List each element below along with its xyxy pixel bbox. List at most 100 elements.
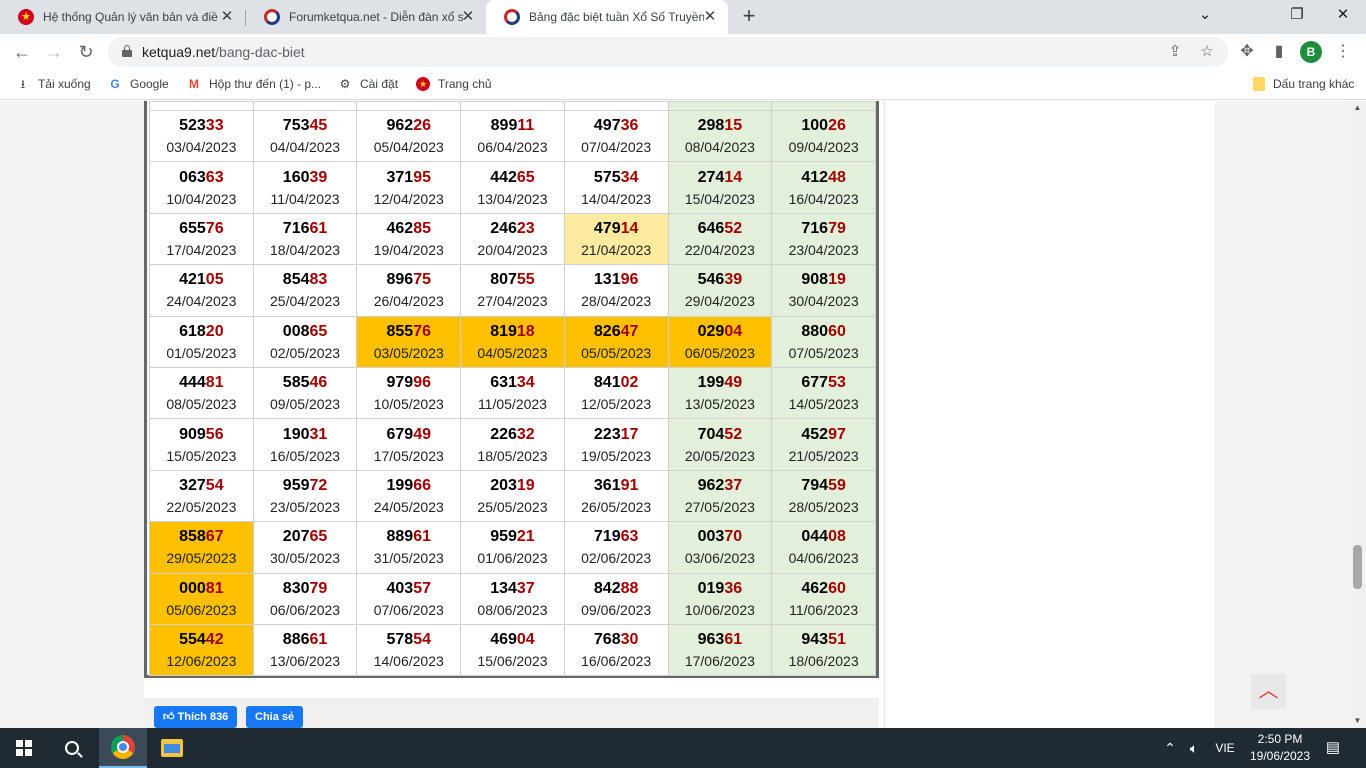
minimize-button[interactable]: ⌄ bbox=[1182, 0, 1228, 34]
ketqua-logo-icon bbox=[504, 9, 520, 25]
special-prize-number: 52333 bbox=[150, 116, 253, 136]
draw-date: 16/04/2023 bbox=[788, 190, 859, 207]
number-last-two-digits: 52 bbox=[724, 219, 743, 237]
notifications-icon[interactable]: ▤ bbox=[1322, 728, 1344, 768]
bookmark-other-folder[interactable]: Dấu trang khác bbox=[1253, 77, 1354, 91]
bookmark-label: Hộp thư đến (1) - p... bbox=[209, 77, 322, 91]
number-last-two-digits: 76 bbox=[205, 219, 224, 237]
page-scrollbar[interactable]: ▲ ▼ bbox=[1349, 101, 1366, 728]
number-last-two-digits: 39 bbox=[724, 271, 743, 289]
result-cell: 42105 24/04/2023 bbox=[149, 264, 254, 317]
special-prize-number: 84102 bbox=[565, 373, 668, 393]
bookmark-downloads[interactable]: ⭳ Tải xuống bbox=[16, 77, 91, 91]
taskbar-clock[interactable]: 2:50 PM 19/06/2023 bbox=[1240, 731, 1320, 765]
bookmark-google[interactable]: G Google bbox=[108, 77, 168, 91]
taskbar-search-button[interactable] bbox=[48, 728, 96, 768]
number-prefix: 768 bbox=[593, 631, 621, 649]
table-row: 65576 17/04/2023 71661 18/04/2023 46285 19/04… bbox=[149, 212, 876, 266]
new-tab-button[interactable]: + bbox=[737, 5, 761, 29]
number-prefix: 469 bbox=[490, 631, 517, 649]
taskbar-chrome[interactable] bbox=[99, 728, 147, 768]
tab-title: Hệ thống Quản lý văn bản và điều hành bbox=[43, 10, 218, 24]
draw-date: 12/06/2023 bbox=[166, 653, 237, 670]
forward-button[interactable]: → bbox=[40, 38, 68, 66]
special-prize-number: 65576 bbox=[150, 219, 253, 239]
close-tab-icon[interactable]: ✕ bbox=[219, 9, 235, 25]
draw-date: 13/04/2023 bbox=[477, 190, 548, 207]
number-last-two-digits: 61 bbox=[413, 528, 431, 546]
input-language[interactable]: VIE bbox=[1212, 728, 1238, 768]
scroll-down-arrow-icon[interactable]: ▼ bbox=[1349, 714, 1366, 728]
number-last-two-digits: 37 bbox=[516, 579, 535, 597]
scroll-up-arrow-icon[interactable]: ▲ bbox=[1349, 101, 1366, 115]
special-prize-number: 19966 bbox=[357, 476, 460, 496]
number-last-two-digits: 81 bbox=[205, 374, 224, 392]
result-cell: 02904 06/05/2023 bbox=[667, 315, 773, 368]
number-last-two-digits: 37 bbox=[724, 476, 743, 494]
number-last-two-digits: 96 bbox=[413, 374, 431, 392]
tab-forumketqua[interactable]: Forumketqua.net - Diễn đàn xổ số ✕ bbox=[246, 0, 486, 34]
special-prize-number: 85867 bbox=[150, 527, 253, 547]
url-text[interactable]: ketqua9.net/bang-dac-biet bbox=[142, 44, 305, 60]
special-prize-number: 85576 bbox=[357, 322, 460, 342]
special-prize-number: 71963 bbox=[565, 527, 668, 547]
special-prize-number: 00370 bbox=[669, 527, 772, 547]
facebook-like-button[interactable]: 👍︎ Thích 836 bbox=[154, 706, 238, 728]
number-prefix: 631 bbox=[490, 374, 517, 392]
number-prefix: 679 bbox=[386, 425, 414, 443]
number-last-two-digits: 85 bbox=[413, 219, 431, 237]
side-panel-icon[interactable]: ▮ bbox=[1268, 41, 1290, 63]
extensions-puzzle-icon[interactable]: ✥ bbox=[1236, 41, 1258, 63]
number-prefix: 403 bbox=[386, 579, 414, 597]
draw-date: 02/06/2023 bbox=[581, 550, 652, 567]
bookmark-homepage[interactable]: ★ Trang chủ bbox=[416, 77, 492, 91]
result-cell: 24623 20/04/2023 bbox=[460, 212, 565, 266]
number-last-two-digits: 65 bbox=[309, 528, 328, 546]
result-cell: 55442 12/06/2023 bbox=[149, 623, 254, 677]
show-hidden-icons-chevron-icon[interactable]: ⌃ bbox=[1160, 728, 1180, 768]
result-cell: 67753 14/05/2023 bbox=[771, 366, 876, 420]
restore-button[interactable]: ❐ bbox=[1274, 0, 1320, 34]
back-button[interactable]: ← bbox=[8, 38, 36, 66]
start-button[interactable] bbox=[0, 728, 48, 768]
scroll-to-top-button[interactable]: ︿ bbox=[1251, 674, 1286, 709]
share-icon[interactable]: ⇪ bbox=[1166, 43, 1184, 61]
profile-avatar[interactable]: B bbox=[1300, 41, 1322, 63]
lock-icon[interactable] bbox=[122, 45, 132, 57]
number-last-two-digits: 31 bbox=[309, 425, 328, 443]
draw-date: 26/04/2023 bbox=[373, 293, 444, 310]
tab-document-system[interactable]: ★ Hệ thống Quản lý văn bản và điều hành … bbox=[0, 0, 245, 34]
menu-dots-icon[interactable]: ⋮ bbox=[1332, 41, 1354, 63]
number-prefix: 462 bbox=[386, 219, 414, 237]
close-tab-icon[interactable]: ✕ bbox=[702, 9, 718, 25]
bookmark-gmail-inbox[interactable]: M Hộp thư đến (1) - p... bbox=[187, 77, 321, 91]
number-prefix: 479 bbox=[593, 219, 621, 237]
draw-date: 23/04/2023 bbox=[788, 241, 859, 258]
draw-date: 14/05/2023 bbox=[788, 396, 859, 413]
number-last-two-digits: 45 bbox=[309, 117, 328, 135]
speaker-muted-icon[interactable]: 🔈︎ bbox=[1184, 728, 1204, 768]
address-bar[interactable]: ketqua9.net/bang-dac-biet ⇪ ☆ bbox=[108, 37, 1228, 67]
result-cell: 76830 16/06/2023 bbox=[563, 623, 669, 677]
number-prefix: 807 bbox=[490, 271, 517, 289]
close-window-button[interactable]: ✕ bbox=[1320, 0, 1366, 34]
browser-toolbar: ← → ↻ ketqua9.net/bang-dac-biet ⇪ ☆ ✥ ▮ … bbox=[0, 34, 1366, 70]
draw-date: 03/05/2023 bbox=[373, 344, 444, 361]
facebook-share-button[interactable]: Chia sẻ bbox=[246, 706, 304, 728]
number-prefix: 462 bbox=[801, 579, 829, 597]
close-tab-icon[interactable]: ✕ bbox=[460, 9, 476, 25]
tab-bang-dac-biet[interactable]: Bảng đặc biệt tuần Xổ Số Truyền thống ✕ bbox=[486, 0, 728, 34]
special-prize-number: 55442 bbox=[150, 630, 253, 650]
special-prize-number: 01936 bbox=[669, 579, 772, 599]
bookmark-settings[interactable]: ⚙ Cài đặt bbox=[338, 77, 398, 91]
result-cell: 44481 08/05/2023 bbox=[149, 366, 254, 420]
taskbar-file-explorer[interactable] bbox=[148, 728, 196, 768]
number-prefix: 203 bbox=[490, 476, 517, 494]
bookmark-label: Tải xuống bbox=[38, 77, 91, 91]
scrollbar-thumb[interactable] bbox=[1353, 545, 1362, 589]
bookmark-star-icon[interactable]: ☆ bbox=[1198, 43, 1216, 61]
number-prefix: 826 bbox=[593, 322, 621, 340]
reload-button[interactable]: ↻ bbox=[72, 38, 100, 66]
number-last-two-digits: 36 bbox=[724, 579, 743, 597]
number-last-two-digits: 95 bbox=[413, 168, 431, 186]
